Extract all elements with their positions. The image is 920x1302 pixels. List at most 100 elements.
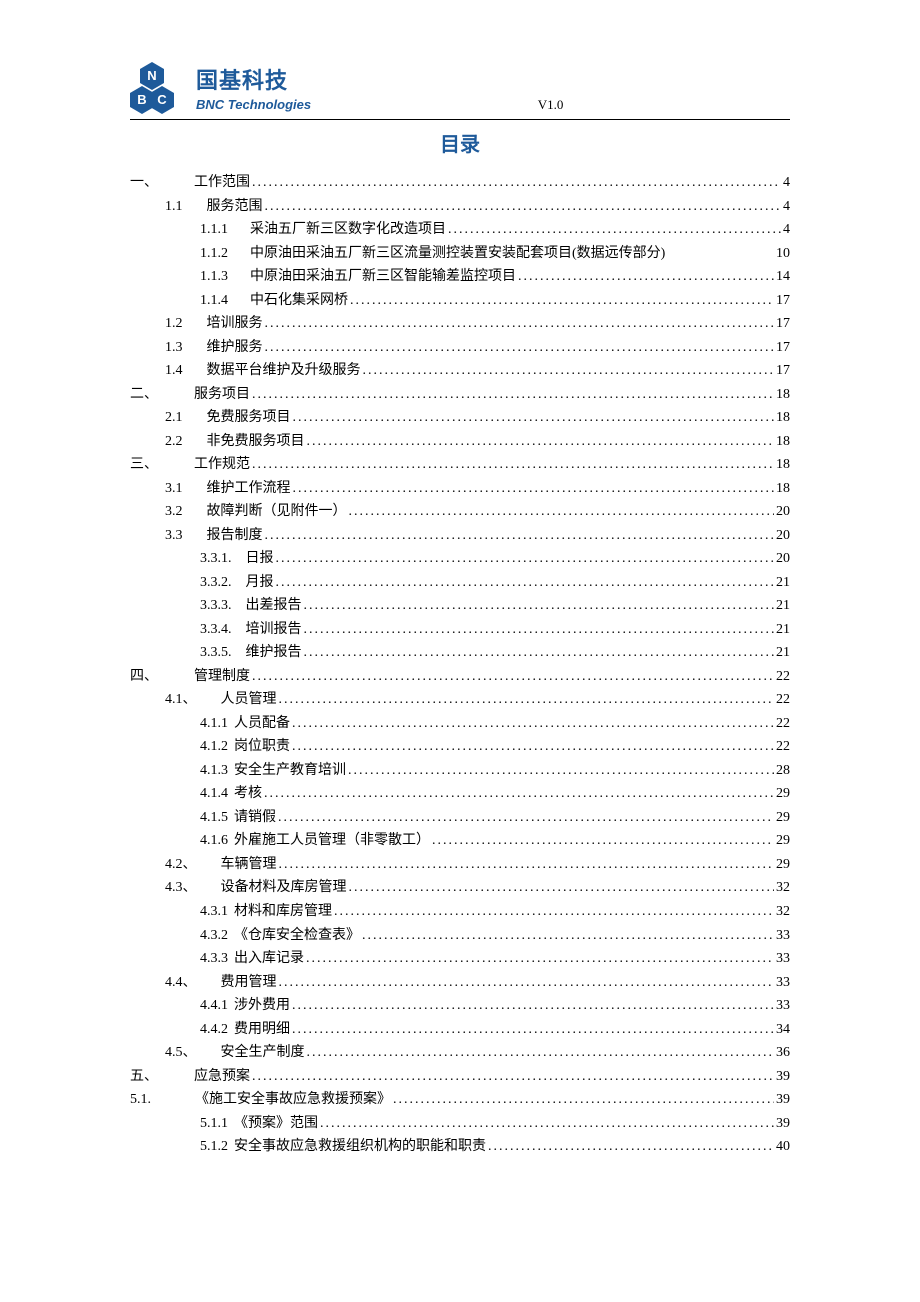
toc-entry-page: 33 xyxy=(776,924,790,948)
toc-entry-label: 工作范围 xyxy=(194,171,250,195)
toc-entry-label: 费用管理 xyxy=(221,971,277,995)
toc-entry: 2.1免费服务项目18 xyxy=(130,406,790,430)
toc-entry-page: 29 xyxy=(776,829,790,853)
toc-entry-label: 岗位职责 xyxy=(234,735,290,759)
toc-leader-dots xyxy=(276,547,775,571)
toc-entry-label: 培训报告 xyxy=(246,618,302,642)
toc-entry-page: 21 xyxy=(776,618,790,642)
toc-leader-dots xyxy=(276,571,775,595)
toc-entry-label: 维护工作流程 xyxy=(207,477,291,501)
toc-entry: 4.5、安全生产制度36 xyxy=(130,1041,790,1065)
document-page: N B C 国基科技 BNC Technologies V1.0 目录 一、工作… xyxy=(0,0,920,1219)
toc-entry: 1.1.2中原油田采油五厂新三区流量测控装置安装配套项目(数据远传部分) 10 xyxy=(130,242,790,266)
toc-entry-num: 4.1.4 xyxy=(200,782,228,806)
toc-entry-page: 36 xyxy=(776,1041,790,1065)
toc-entry-num: 4.1.1 xyxy=(200,712,228,736)
toc-entry-label: 月报 xyxy=(246,571,274,595)
toc-entry-page: 17 xyxy=(776,359,790,383)
toc-entry-label: 考核 xyxy=(234,782,262,806)
toc-entry: 3.2故障判断（见附件一）20 xyxy=(130,500,790,524)
toc-entry-label: 安全生产教育培训 xyxy=(234,759,346,783)
toc-entry-num: 1.1.4 xyxy=(200,289,228,313)
toc-entry: 4.4.1涉外费用33 xyxy=(130,994,790,1018)
toc-entry-label: 中原油田采油五厂新三区智能输差监控项目 xyxy=(250,265,516,289)
version-text: V1.0 xyxy=(311,97,790,115)
toc-entry-num: 3.3.3. xyxy=(200,594,232,618)
toc-entry: 4.4.2费用明细34 xyxy=(130,1018,790,1042)
toc-entry-page: 22 xyxy=(776,735,790,759)
page-header: N B C 国基科技 BNC Technologies V1.0 xyxy=(130,60,790,120)
toc-entry-page: 18 xyxy=(776,477,790,501)
logo-text: 国基科技 BNC Technologies xyxy=(196,63,311,112)
toc-entry: 1.1服务范围4 xyxy=(130,195,790,219)
toc-leader-dots xyxy=(292,735,774,759)
toc-entry: 5.1.《施工安全事故应急救援预案》39 xyxy=(130,1088,790,1112)
toc-entry: 4.3.2《仓库安全检查表》33 xyxy=(130,924,790,948)
toc-entry-page: 4 xyxy=(783,195,790,219)
toc-entry-label: 管理制度 xyxy=(194,665,250,689)
toc-entry-page: 22 xyxy=(776,688,790,712)
toc-entry-num: 三、 xyxy=(130,453,158,477)
toc-entry-num: 3.1 xyxy=(165,477,183,501)
toc-entry-page: 17 xyxy=(776,312,790,336)
toc-leader-dots xyxy=(278,806,774,830)
toc-entry-page: 32 xyxy=(776,876,790,900)
toc-entry-page: 21 xyxy=(776,571,790,595)
toc-entry-num: 3.3 xyxy=(165,524,183,548)
toc-entry-page: 28 xyxy=(776,759,790,783)
toc-entry-label: 服务项目 xyxy=(194,383,250,407)
toc-leader-dots xyxy=(265,336,775,360)
toc-entry: 1.3维护服务17 xyxy=(130,336,790,360)
toc-entry: 1.1.1采油五厂新三区数字化改造项目4 xyxy=(130,218,790,242)
toc-entry-num: 五、 xyxy=(130,1065,158,1089)
toc-entry: 4.4、费用管理33 xyxy=(130,971,790,995)
toc-entry-label: 车辆管理 xyxy=(221,853,277,877)
toc-entry-label: 报告制度 xyxy=(207,524,263,548)
toc-entry-num: 3.3.1. xyxy=(200,547,232,571)
toc-entry: 3.3.1.日报20 xyxy=(130,547,790,571)
toc-entry: 4.3.3出入库记录33 xyxy=(130,947,790,971)
toc-entry-num: 4.4.2 xyxy=(200,1018,228,1042)
toc-entry-label: 服务范围 xyxy=(207,195,263,219)
toc-entry: 3.3.4.培训报告21 xyxy=(130,618,790,642)
toc-entry: 五、应急预案39 xyxy=(130,1065,790,1089)
toc-entry-page: 22 xyxy=(776,665,790,689)
toc-entry-num: 1.1.1 xyxy=(200,218,228,242)
toc-leader-dots xyxy=(393,1088,774,1112)
toc-body: 一、工作范围41.1服务范围41.1.1采油五厂新三区数字化改造项目41.1.2… xyxy=(130,171,790,1159)
toc-entry-label: 材料和库房管理 xyxy=(234,900,332,924)
toc-entry-page: 29 xyxy=(776,853,790,877)
toc-entry: 4.2、车辆管理29 xyxy=(130,853,790,877)
toc-leader-dots xyxy=(252,453,774,477)
toc-entry-num: 4.4.1 xyxy=(200,994,228,1018)
toc-leader-dots xyxy=(350,289,774,313)
toc-entry-label: 中石化集采网桥 xyxy=(250,289,348,313)
toc-entry-num: 4.3.3 xyxy=(200,947,228,971)
toc-entry-page: 18 xyxy=(776,430,790,454)
toc-leader-dots xyxy=(279,688,775,712)
toc-entry-page: 20 xyxy=(776,500,790,524)
svg-text:N: N xyxy=(147,68,156,83)
toc-entry: 一、工作范围4 xyxy=(130,171,790,195)
toc-entry-page: 18 xyxy=(776,383,790,407)
toc-leader-dots xyxy=(304,594,775,618)
toc-entry-page: 17 xyxy=(776,336,790,360)
toc-entry-label: 数据平台维护及升级服务 xyxy=(207,359,361,383)
toc-entry-page: 18 xyxy=(776,406,790,430)
hex-logo-icon: N B C xyxy=(130,60,190,115)
toc-leader-dots xyxy=(432,829,774,853)
toc-entry-label: 请销假 xyxy=(234,806,276,830)
toc-entry-label: 免费服务项目 xyxy=(207,406,291,430)
toc-entry-label: 出差报告 xyxy=(246,594,302,618)
toc-leader-dots xyxy=(348,759,774,783)
toc-entry-num: 四、 xyxy=(130,665,158,689)
toc-leader-dots xyxy=(252,1065,774,1089)
toc-entry-num: 5.1.1 xyxy=(200,1112,228,1136)
toc-entry-label: 外雇施工人员管理（非零散工） xyxy=(234,829,430,853)
toc-entry: 5.1.2安全事故应急救援组织机构的职能和职责40 xyxy=(130,1135,790,1159)
toc-entry-page: 29 xyxy=(776,806,790,830)
toc-entry-num: 4.1.6 xyxy=(200,829,228,853)
toc-entry-num: 4.1、 xyxy=(165,688,197,712)
toc-entry-num: 5.1.2 xyxy=(200,1135,228,1159)
toc-entry-label: 设备材料及库房管理 xyxy=(221,876,347,900)
